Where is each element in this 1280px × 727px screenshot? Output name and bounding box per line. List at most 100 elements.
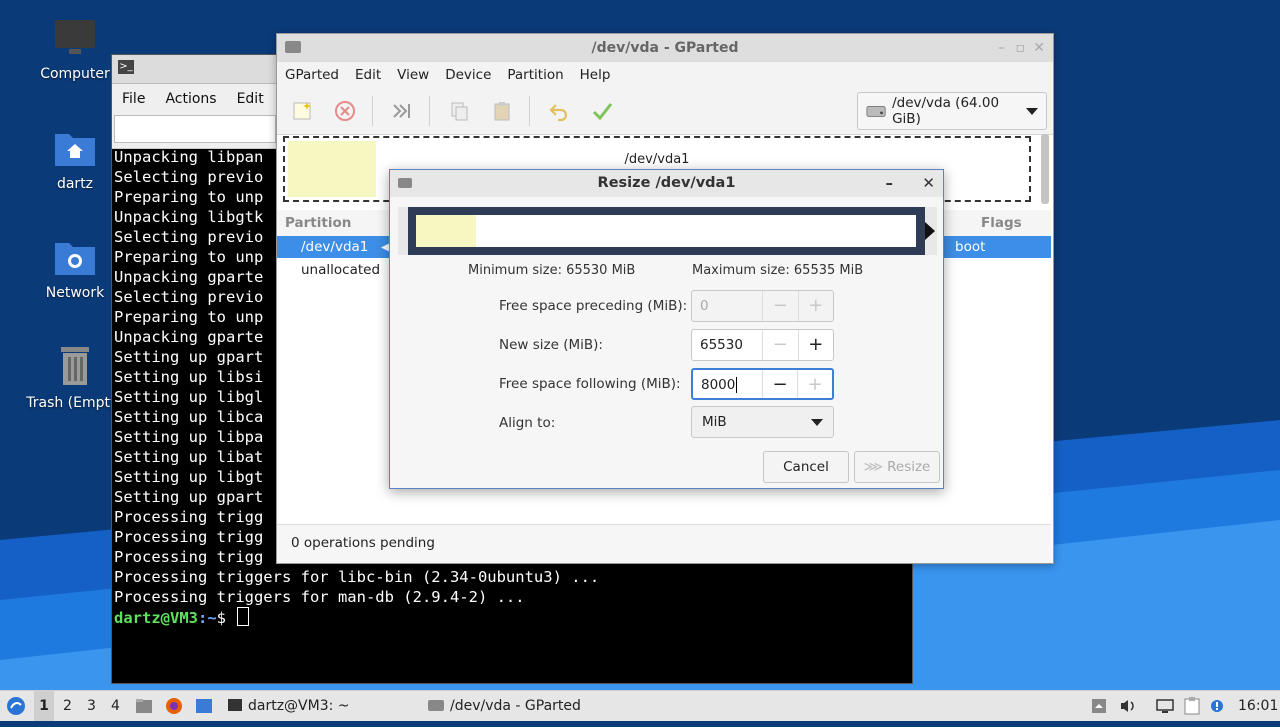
cancel-button[interactable]: Cancel xyxy=(763,451,849,483)
terminal-icon: >_ xyxy=(118,60,134,74)
slider-right-handle-icon[interactable] xyxy=(925,222,935,240)
decrement-icon[interactable]: − xyxy=(763,370,799,398)
gparted-app-icon xyxy=(285,41,301,53)
increment-icon: + xyxy=(808,295,824,316)
align-to-value: MiB xyxy=(702,414,727,430)
copy-icon[interactable] xyxy=(444,96,474,126)
apply-icon[interactable] xyxy=(587,96,617,126)
decrement-icon: − xyxy=(763,291,799,321)
start-menu-icon[interactable] xyxy=(6,691,26,721)
terminal-menu-actions[interactable]: Actions xyxy=(155,91,226,107)
resize-button[interactable]: ⋙ Resize xyxy=(854,451,940,483)
taskbar-task-terminal[interactable]: dartz@VM3: ~ xyxy=(228,691,350,721)
firefox-icon[interactable] xyxy=(165,691,185,721)
gparted-app-icon xyxy=(428,700,444,711)
operations-pending: 0 operations pending xyxy=(291,535,435,551)
align-to-label: Align to: xyxy=(499,415,556,431)
file-manager-icon[interactable] xyxy=(135,691,155,721)
terminal-line: Processing triggers for man-db (2.9.4-2)… xyxy=(114,588,525,606)
close-icon[interactable]: ✕ xyxy=(922,170,935,197)
update-notifier-icon[interactable] xyxy=(1210,691,1226,721)
terminal-cursor xyxy=(237,607,250,626)
menu-help[interactable]: Help xyxy=(572,67,619,83)
resize-move-icon[interactable] xyxy=(387,96,417,126)
increment-icon: + xyxy=(807,374,823,395)
dialog-app-icon xyxy=(398,178,412,188)
terminal-icon xyxy=(228,699,242,711)
new-partition-icon[interactable] xyxy=(287,96,317,126)
undo-icon[interactable] xyxy=(544,96,574,126)
menu-edit[interactable]: Edit xyxy=(347,67,389,83)
toolbar-separator xyxy=(529,96,530,126)
free-following-input[interactable]: 8000 xyxy=(693,370,764,398)
resize-move-icon: ⋙ xyxy=(863,459,888,475)
menu-partition[interactable]: Partition xyxy=(499,67,571,83)
delete-partition-icon[interactable] xyxy=(330,96,360,126)
column-header-partition[interactable]: Partition xyxy=(285,215,351,231)
new-size-label: New size (MiB): xyxy=(499,337,603,353)
slider-partition-box[interactable] xyxy=(416,215,916,247)
gparted-titlebar[interactable]: /dev/vda - GParted – ▫ ✕ xyxy=(277,34,1053,62)
disk-map-used-space xyxy=(288,141,376,197)
prompt-symbol: $ xyxy=(216,609,236,627)
resize-slider[interactable] xyxy=(408,207,926,255)
prompt-user: dartz@VM3 xyxy=(114,609,198,627)
minimum-size-label: Minimum size: 65530 MiB xyxy=(468,263,636,278)
resize-dialog-title: Resize /dev/vda1 xyxy=(597,175,736,191)
maximize-icon[interactable]: ▫ xyxy=(1016,34,1026,62)
chevron-down-icon xyxy=(1026,107,1038,115)
new-size-spinner[interactable]: 65530 − + xyxy=(691,329,834,361)
free-preceding-label: Free space preceding (MiB): xyxy=(499,298,688,314)
display-icon[interactable] xyxy=(1156,691,1174,721)
tray-arrow-icon[interactable] xyxy=(1092,691,1108,721)
network-folder-icon xyxy=(55,243,95,275)
disk-map-scrollbar[interactable] xyxy=(1041,134,1049,204)
monitor-icon xyxy=(55,20,95,54)
clock: 16:01 xyxy=(1238,698,1279,714)
gparted-title: /dev/vda - GParted xyxy=(591,40,739,56)
resize-dialog-titlebar[interactable]: Resize /dev/vda1 – ✕ xyxy=(390,170,943,197)
maximum-size-label: Maximum size: 65535 MiB xyxy=(692,263,864,278)
terminal-menu-edit[interactable]: Edit xyxy=(227,91,274,107)
workspace-3[interactable]: 3 xyxy=(87,691,96,721)
partition-flags: boot xyxy=(955,239,986,255)
align-to-select[interactable]: MiB xyxy=(691,406,834,438)
workspace-1[interactable]: 1 xyxy=(34,691,54,721)
close-icon[interactable]: ✕ xyxy=(1033,34,1045,62)
workspace-4[interactable]: 4 xyxy=(111,691,120,721)
toolbar-separator xyxy=(372,96,373,126)
menu-view[interactable]: View xyxy=(389,67,437,83)
paste-icon[interactable] xyxy=(487,96,517,126)
free-following-label: Free space following (MiB): xyxy=(499,376,681,392)
menu-gparted[interactable]: GParted xyxy=(277,67,347,83)
device-selector[interactable]: /dev/vda (64.00 GiB) xyxy=(857,92,1047,130)
minimize-icon[interactable]: – xyxy=(998,34,1005,62)
free-preceding-spinner: 0 − + xyxy=(691,290,834,322)
terminal-menu-file[interactable]: File xyxy=(112,91,155,107)
volume-icon[interactable] xyxy=(1120,691,1136,721)
gparted-toolbar: /dev/vda (64.00 GiB) xyxy=(277,88,1053,135)
clipboard-icon[interactable] xyxy=(1184,691,1202,721)
harddisk-icon xyxy=(866,105,886,117)
slider-used-space xyxy=(416,215,476,247)
taskbar-task-gparted[interactable]: /dev/vda - GParted xyxy=(428,691,581,721)
prompt-path: :~ xyxy=(198,609,217,627)
resize-dialog[interactable]: Resize /dev/vda1 – ✕ Minimum size: 65530… xyxy=(389,169,944,489)
column-header-flags[interactable]: Flags xyxy=(981,215,1022,231)
taskbar: 1 2 3 4 dartz@VM3: ~ /dev/vda - GParted … xyxy=(0,690,1280,721)
minimize-icon[interactable]: – xyxy=(886,170,894,197)
free-following-spinner[interactable]: 8000 − + xyxy=(691,368,834,400)
workspace-2[interactable]: 2 xyxy=(63,691,72,721)
gparted-menubar: GParted Edit View Device Partition Help xyxy=(277,62,1053,88)
status-bar: 0 operations pending xyxy=(277,524,1051,563)
home-folder-icon xyxy=(55,134,95,166)
terminal-line: Processing triggers for libc-bin (2.34-0… xyxy=(114,568,600,586)
terminal-prompt[interactable]: dartz@VM3:~$ xyxy=(114,607,904,628)
increment-icon[interactable]: + xyxy=(799,330,833,360)
decrement-icon: − xyxy=(763,330,799,360)
slider-left-margin xyxy=(398,207,408,255)
menu-device[interactable]: Device xyxy=(437,67,499,83)
new-size-input[interactable]: 65530 xyxy=(692,330,764,360)
window-icon[interactable] xyxy=(195,691,215,721)
terminal-tab-area xyxy=(114,115,276,143)
